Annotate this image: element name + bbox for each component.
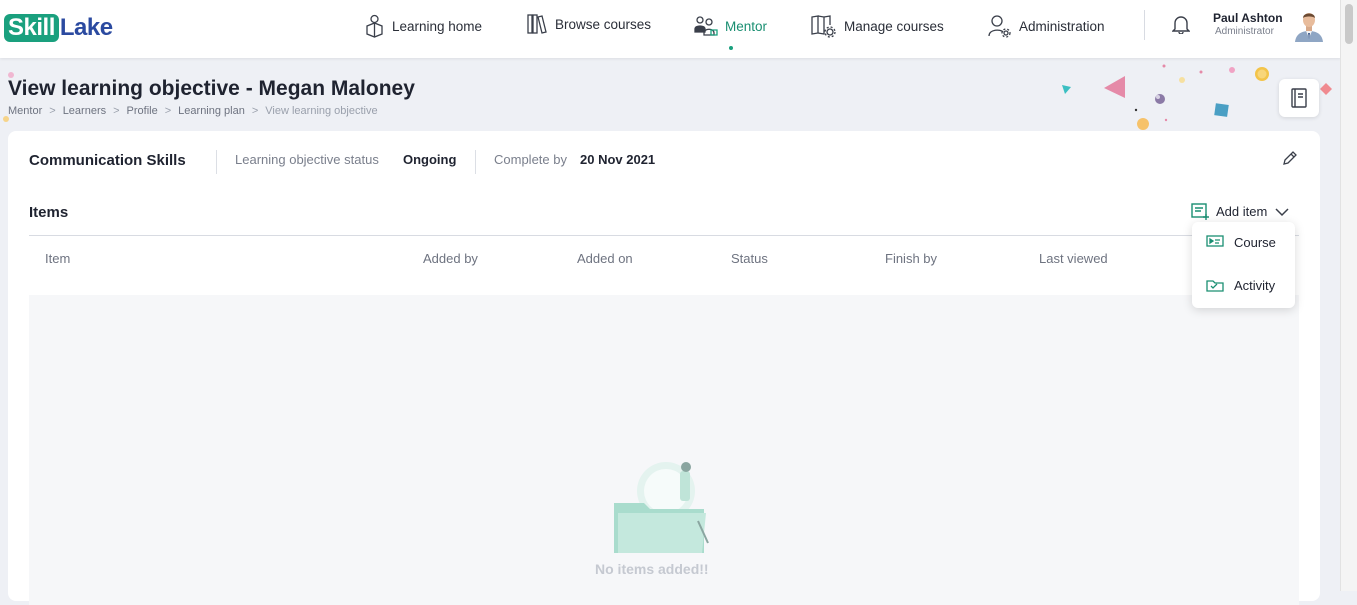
column-header-finish-by[interactable]: Finish by <box>885 251 937 266</box>
nav-browse-courses[interactable]: Browse courses <box>527 10 651 38</box>
column-header-last-viewed[interactable]: Last viewed <box>1039 251 1108 266</box>
page-title: View learning objective - Megan Maloney <box>8 77 415 100</box>
add-item-button[interactable]: Add item <box>1191 203 1289 220</box>
book-icon <box>1291 88 1307 108</box>
breadcrumb-mentor[interactable]: Mentor <box>8 105 42 117</box>
add-item-dropdown-menu: Course Activity <box>1192 222 1295 308</box>
empty-state-text: No items added!! <box>595 561 709 577</box>
browse-courses-icon <box>527 14 547 34</box>
nav-label: Browse courses <box>555 16 652 32</box>
vertical-scrollbar[interactable] <box>1340 0 1357 591</box>
nav-learning-home[interactable]: Learning home <box>364 12 482 40</box>
activity-icon <box>1206 280 1224 292</box>
menu-item-course[interactable]: Course <box>1206 231 1276 253</box>
logo-skill-text: Skill <box>4 14 59 42</box>
menu-item-label: Activity <box>1234 277 1276 293</box>
user-name[interactable]: Paul Ashton <box>1213 11 1283 25</box>
menu-item-activity[interactable]: Activity <box>1206 274 1275 296</box>
nav-manage-courses[interactable]: Manage courses <box>811 12 944 40</box>
nav-mentor[interactable]: Mentor <box>694 12 768 50</box>
logo-lake-text: Lake <box>59 14 113 41</box>
complete-by-value: 20 Nov 2021 <box>580 152 656 167</box>
column-header-added-on[interactable]: Added on <box>577 251 633 266</box>
learning-plan-book-button[interactable] <box>1279 79 1319 117</box>
nav-label: Learning home <box>392 18 483 34</box>
empty-folder-illustration <box>614 462 709 553</box>
chevron-down-icon <box>1275 207 1289 216</box>
items-section-title: Items <box>29 204 69 221</box>
breadcrumb-separator: > <box>251 105 259 117</box>
nav-label: Administration <box>1019 18 1105 34</box>
items-divider <box>29 235 1299 236</box>
nav-label: Mentor <box>725 18 768 34</box>
complete-by-label: Complete by <box>494 152 567 167</box>
active-indicator-dot <box>728 46 733 50</box>
user-role: Administrator <box>1215 26 1274 37</box>
manage-courses-icon <box>811 15 836 38</box>
nav-administration[interactable]: Administration <box>988 12 1105 40</box>
column-header-added-by[interactable]: Added by <box>423 251 478 266</box>
nav-label: Manage courses <box>844 18 944 34</box>
learning-objective-card: Communication Skills Learning objective … <box>8 131 1320 605</box>
breadcrumb-learners[interactable]: Learners <box>63 105 106 117</box>
objective-name: Communication Skills <box>29 152 186 169</box>
breadcrumb: Mentor > Learners > Profile > Learning p… <box>8 105 378 117</box>
breadcrumb-learning-plan[interactable]: Learning plan <box>178 105 245 117</box>
menu-item-label: Course <box>1234 234 1276 250</box>
items-table-body <box>29 295 1299 605</box>
mentor-icon <box>694 16 718 36</box>
edit-icon[interactable] <box>1281 151 1297 167</box>
administration-icon <box>988 15 1011 38</box>
breadcrumb-view-learning-objective: View learning objective <box>265 105 378 117</box>
meta-divider <box>475 150 476 174</box>
column-header-item[interactable]: Item <box>45 251 70 266</box>
objective-status-value: Ongoing <box>403 152 457 167</box>
nav-divider <box>1144 10 1145 40</box>
add-item-label: Add item <box>1216 204 1268 219</box>
column-header-status[interactable]: Status <box>731 251 768 266</box>
learning-home-icon <box>366 14 383 38</box>
objective-status-label: Learning objective status <box>235 152 379 167</box>
skilllake-logo[interactable]: Skill Lake <box>4 13 113 43</box>
scrollbar-thumb[interactable] <box>1345 4 1353 44</box>
user-avatar[interactable] <box>1292 8 1326 42</box>
breadcrumb-separator: > <box>164 105 172 117</box>
bell-icon[interactable] <box>1172 14 1190 34</box>
breadcrumb-profile[interactable]: Profile <box>127 105 158 117</box>
breadcrumb-separator: > <box>49 105 56 117</box>
breadcrumb-separator: > <box>113 105 120 117</box>
top-navigation-bar: Skill Lake Learning home Browse courses … <box>0 0 1341 58</box>
meta-divider <box>216 150 217 174</box>
add-item-icon <box>1191 203 1209 220</box>
course-icon <box>1206 235 1224 247</box>
